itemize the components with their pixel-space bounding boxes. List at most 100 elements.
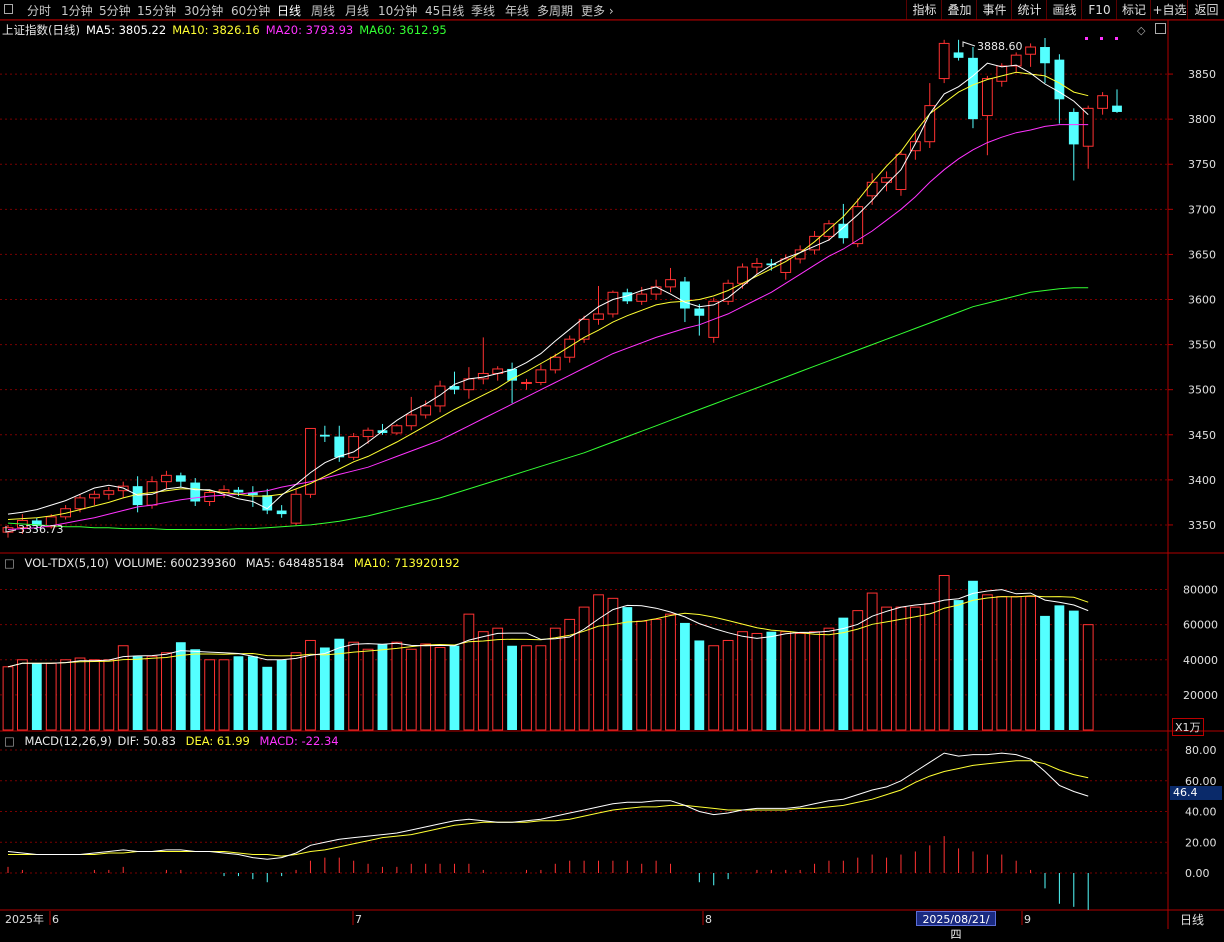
candle-body-up [938, 42, 950, 80]
volume-bar-up [1010, 596, 1022, 731]
volume-bar-up [737, 631, 748, 731]
candle-body-up [1010, 54, 1022, 67]
candle-body-down [1112, 105, 1122, 112]
macd-dif-line [7, 752, 1089, 860]
volume-bar-up [146, 655, 158, 731]
cursor-date-box: 2025/08/21/四 [916, 911, 996, 941]
cursor-value-box: 46.4 [1170, 786, 1222, 800]
volume-bar-up [578, 606, 590, 731]
volume-bar-up [463, 613, 475, 731]
macd-tick-label: 40.00 [1185, 806, 1217, 819]
volume-bar-down [1040, 615, 1050, 730]
volume-bar-up [665, 613, 676, 731]
low-price-label: 3336.73 [18, 523, 64, 536]
volume-bar-up [348, 641, 360, 731]
signal-dot [1100, 37, 1103, 40]
candle-body-up [535, 369, 547, 383]
volume-bar-up [535, 645, 547, 731]
x-axis-label: 2025年 [5, 912, 44, 926]
volume-bar-up [866, 592, 878, 731]
candle-body-up [290, 493, 302, 524]
candle-body-down [175, 475, 186, 482]
candle-body-up [607, 291, 619, 315]
candle-body-up [866, 181, 878, 197]
ma60-line [7, 287, 1089, 530]
x-axis-label: 6 [52, 913, 59, 926]
candle-body-up [1097, 95, 1108, 109]
price-tick-label: 3700 [1188, 203, 1216, 216]
candle-body-up [362, 429, 374, 438]
kline-chart[interactable]: 3850 3800 3750 3700 3650 3600 3550 3500 3450 3400… [0, 0, 1224, 929]
volume-bar-up [405, 648, 417, 731]
volume-unit: X1万 [1172, 718, 1204, 736]
volume-bars [2, 575, 1094, 731]
volume-bar-down [377, 643, 388, 730]
price-tick-label: 3850 [1188, 68, 1216, 81]
volume-tick-label: 80000 [1183, 584, 1218, 597]
volume-bar-up [650, 618, 662, 731]
volume-bar-up [45, 662, 57, 731]
volume-bar-up [924, 603, 936, 731]
volume-bar-up [161, 652, 172, 731]
annotations: 3888.60 3336.73 [5, 37, 1118, 536]
price-tick-label: 3650 [1188, 248, 1216, 261]
volume-bar-up [17, 659, 28, 731]
volume-bar-down [694, 640, 705, 730]
volume-bar-down [953, 600, 964, 730]
price-tick-label: 3600 [1188, 294, 1216, 307]
volume-tick-label: 40000 [1183, 654, 1218, 667]
volume-bar-up [204, 659, 216, 731]
volume-bar-down [622, 607, 633, 730]
candle-body-up [1025, 46, 1036, 55]
volume-bar-up [852, 610, 864, 731]
volume-bar-down [319, 647, 330, 730]
volume-bar-down [766, 631, 777, 730]
candle-body-down [968, 57, 978, 120]
signal-dot [1115, 37, 1118, 40]
volume-bar-up [2, 666, 14, 731]
volume-bar-up [549, 627, 561, 731]
grid-lines [0, 19, 1224, 929]
volume-bar-up [996, 596, 1008, 731]
volume-bar-up [607, 597, 619, 731]
volume-bar-down [1068, 610, 1079, 730]
volume-bar-down [132, 656, 143, 730]
volume-bar-up [492, 627, 504, 731]
candle-body-down [1040, 47, 1050, 64]
volume-bar-up [823, 627, 835, 731]
price-tick-label: 3500 [1188, 384, 1216, 397]
volume-bar-up [1025, 596, 1036, 731]
candle-body-down [680, 281, 690, 309]
price-tick-label: 3400 [1188, 474, 1216, 487]
candle-body-up [780, 258, 792, 273]
volume-bar-up [521, 645, 532, 731]
candle-body-down [1054, 59, 1065, 100]
candle-body-down [276, 510, 287, 515]
candle-body-down [233, 489, 244, 493]
candle-body-up [405, 414, 417, 427]
candle-body-up [981, 78, 993, 117]
volume-bar-up [809, 631, 820, 731]
x-axis-label: 9 [1024, 913, 1031, 926]
price-tick-label: 3800 [1188, 113, 1216, 126]
candle-body-up [391, 425, 403, 434]
volume-bar-down [334, 638, 345, 730]
candle-body-down [1068, 111, 1079, 145]
high-price-label: 3888.60 [977, 40, 1023, 53]
volume-bar-up [362, 648, 374, 731]
volume-bar-up [117, 645, 129, 731]
price-tick-label: 3750 [1188, 158, 1216, 171]
candle-body-up [737, 266, 748, 284]
volume-bar-up [909, 606, 921, 731]
volume-bar-up [751, 632, 763, 731]
volume-tick-label: 60000 [1183, 619, 1218, 632]
candle-body-up [89, 493, 100, 499]
volume-bar-up [60, 659, 72, 731]
candle-body-up [348, 436, 360, 458]
period-label[interactable]: 日线 [1180, 911, 1204, 928]
volume-bar-down [233, 656, 244, 730]
volume-bar-down [190, 649, 201, 730]
volume-bar-down [262, 666, 273, 730]
candle-body-down [953, 52, 964, 58]
candle-body-up [593, 313, 604, 320]
